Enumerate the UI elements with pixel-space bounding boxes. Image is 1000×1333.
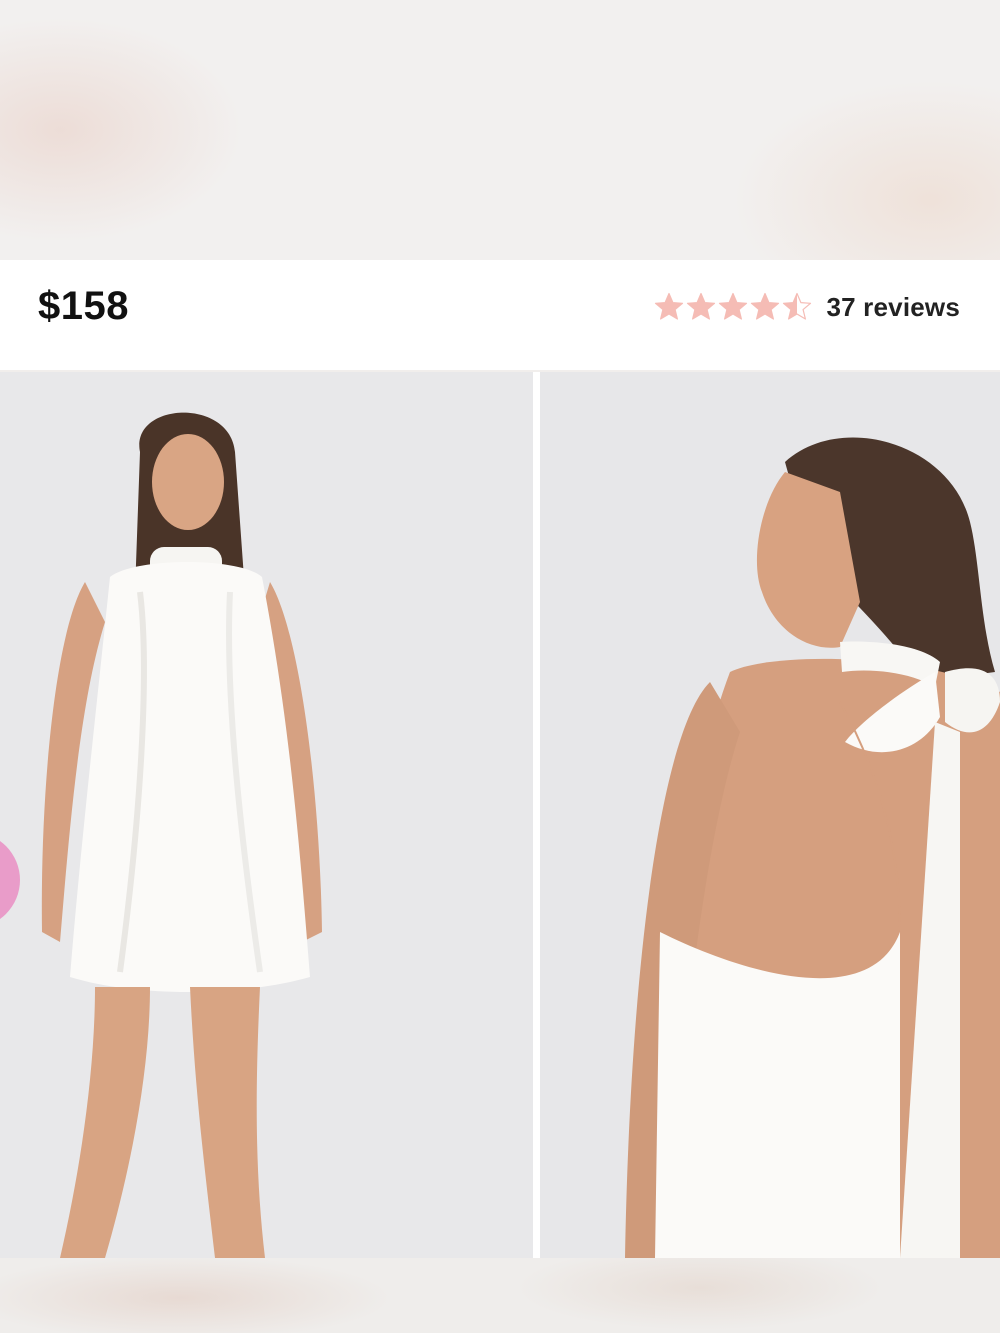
star-icon (655, 292, 684, 320)
star-icon (783, 292, 812, 320)
product-gallery (0, 372, 1000, 1258)
star-icon (719, 292, 748, 320)
star-rating (654, 292, 812, 322)
star-icon (751, 292, 780, 320)
star-icon (687, 292, 716, 320)
rating-summary[interactable]: 37 reviews (654, 287, 960, 327)
front-view-image (0, 372, 533, 1258)
reviews-count-link[interactable]: 37 reviews (826, 292, 960, 323)
blurred-background-top (0, 0, 1000, 260)
product-photo-front[interactable] (0, 372, 533, 1258)
product-price: $158 (38, 284, 129, 328)
blurred-background-bottom (0, 1258, 1000, 1333)
back-view-image (540, 372, 1000, 1258)
product-photo-back[interactable] (540, 372, 1000, 1258)
